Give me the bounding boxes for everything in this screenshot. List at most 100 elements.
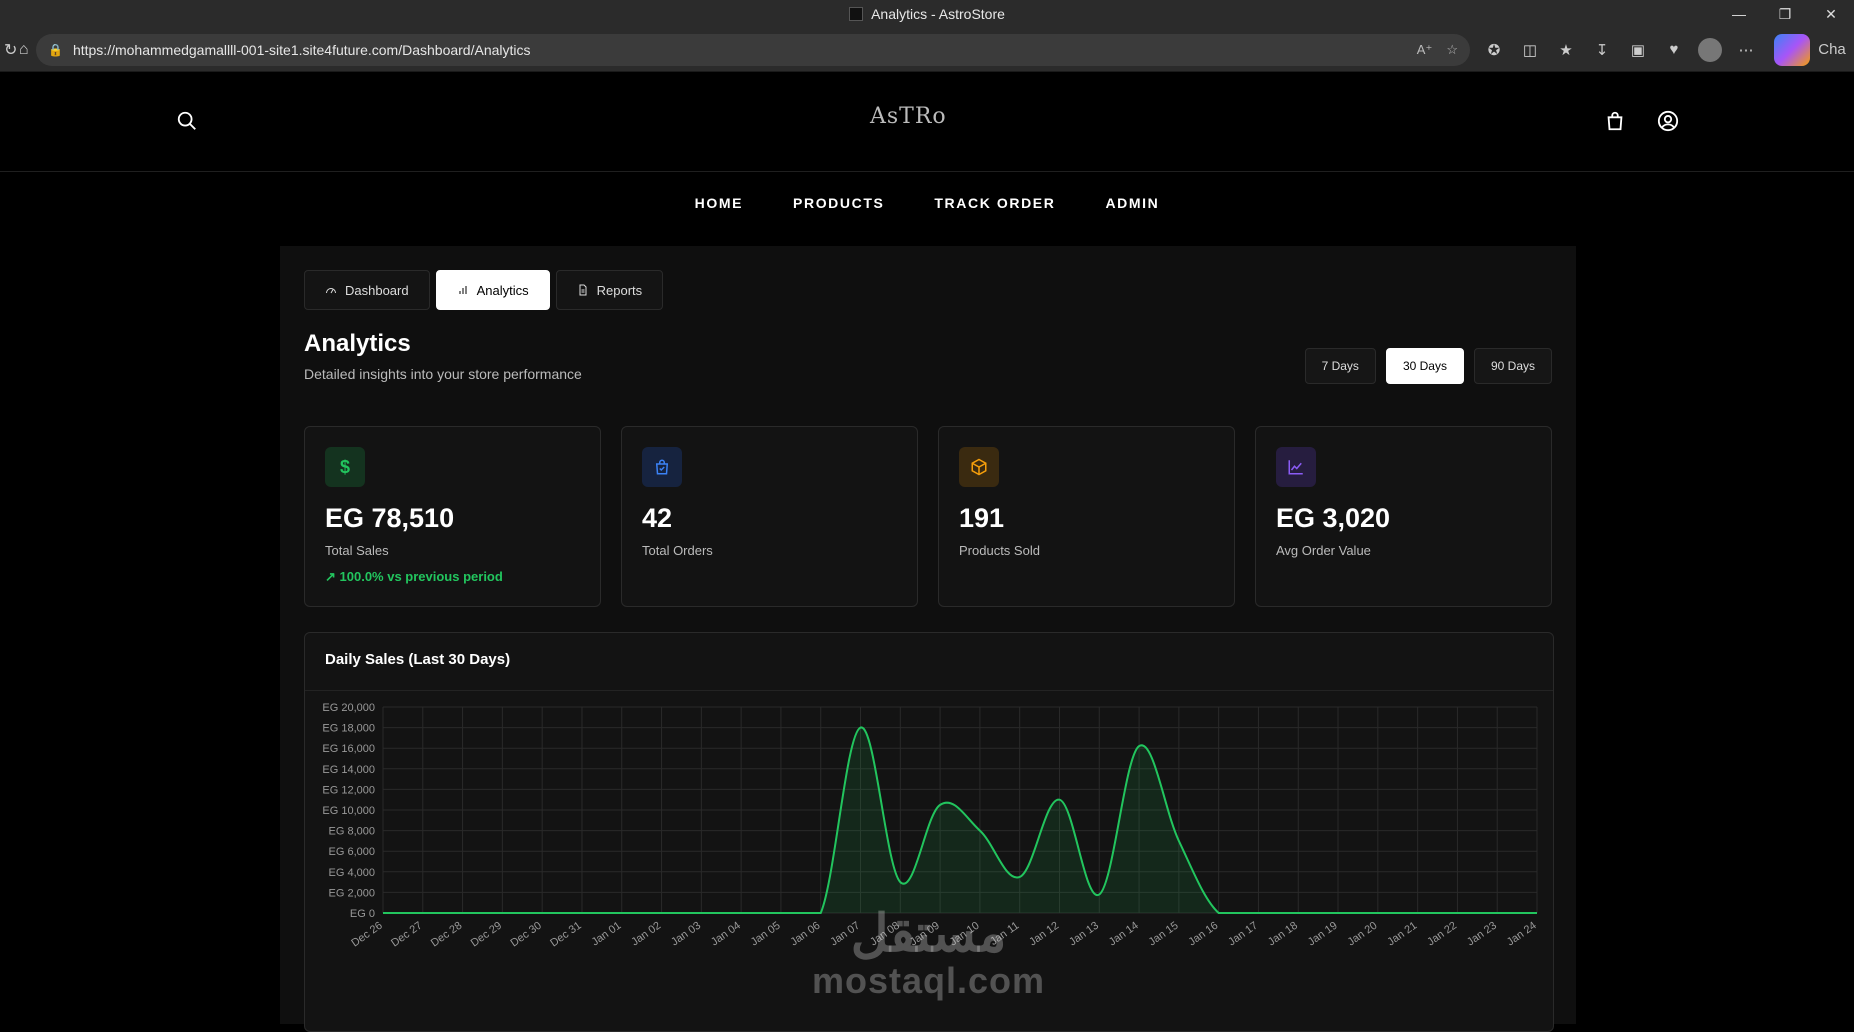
x-tick-label: Jan 03 <box>669 920 703 949</box>
favorites-icon[interactable]: ★ <box>1548 34 1584 66</box>
window-controls: — ❐ ✕ <box>1716 0 1854 28</box>
date-range-selector: 7 Days 30 Days 90 Days <box>1304 348 1552 384</box>
shopping-bag-icon[interactable] <box>1604 110 1626 132</box>
x-tick-label: Jan 24 <box>1505 920 1539 949</box>
browser-toolbar: ↻ ⌂ 🔒 https://mohammedgamallll-001-site1… <box>0 28 1854 72</box>
stat-trend-text: 100.0% vs previous period <box>339 569 503 584</box>
close-icon[interactable]: ✕ <box>1808 0 1854 28</box>
x-tick-label: Jan 15 <box>1147 920 1181 949</box>
stat-label: Total Orders <box>642 543 713 558</box>
minimize-icon[interactable]: — <box>1716 0 1762 28</box>
downloads-icon[interactable]: ↧ <box>1584 34 1620 66</box>
stat-label: Total Sales <box>325 543 389 558</box>
range-90-days-button[interactable]: 90 Days <box>1473 348 1552 384</box>
stat-trend: ↗ 100.0% vs previous period <box>325 569 503 585</box>
package-icon <box>959 447 999 487</box>
chart-title: Daily Sales (Last 30 Days) <box>305 633 1553 691</box>
dollar-icon: $ <box>325 447 365 487</box>
range-30-days-button[interactable]: 30 Days <box>1385 348 1464 384</box>
url-text: https://mohammedgamallll-001-site1.site4… <box>72 41 531 58</box>
site-logo[interactable]: AsTRo <box>870 104 947 129</box>
x-tick-label: Jan 04 <box>709 920 743 949</box>
y-tick-label: EG 6,000 <box>329 846 375 858</box>
y-tick-label: EG 0 <box>350 908 375 920</box>
range-7-days-button[interactable]: 7 Days <box>1304 348 1376 384</box>
tab-analytics[interactable]: Analytics <box>435 270 550 310</box>
extensions-icon[interactable]: ✪ <box>1476 34 1512 66</box>
address-bar[interactable]: 🔒 https://mohammedgamallll-001-site1.sit… <box>36 33 1470 66</box>
x-tick-label: Dec 29 <box>469 920 504 950</box>
home-icon[interactable]: ⌂ <box>17 32 30 68</box>
screenshot-icon[interactable]: ▣ <box>1620 34 1656 66</box>
shopping-bag-icon <box>642 447 682 487</box>
favorite-star-icon[interactable]: ☆ <box>1446 42 1458 58</box>
watermark-latin: mostaql.com <box>812 960 1046 1001</box>
tab-reports[interactable]: Reports <box>555 270 664 310</box>
trend-up-icon: ↗ <box>325 569 340 584</box>
user-account-icon[interactable] <box>1657 110 1679 132</box>
browser-title-bar: Analytics - AstroStore — ❐ ✕ <box>0 0 1854 28</box>
browser-tool-icons: ✪ ◫ ★ ↧ ▣ ♥ ⋯ Cha <box>1476 33 1850 66</box>
x-tick-label: Jan 19 <box>1306 920 1340 949</box>
x-tick-label: Dec 30 <box>508 920 543 950</box>
profile-avatar-icon[interactable] <box>1698 37 1722 62</box>
browser-essentials-icon[interactable]: ♥ <box>1656 34 1692 66</box>
stat-card-avg-order-value: EG 3,020 Avg Order Value <box>1255 426 1552 607</box>
stat-label: Products Sold <box>959 543 1040 558</box>
search-icon[interactable] <box>176 110 198 132</box>
browser-tab-title: Analytics - AstroStore <box>871 6 1005 22</box>
y-tick-label: EG 4,000 <box>329 867 375 879</box>
stat-cards: $ EG 78,510 Total Sales ↗ 100.0% vs prev… <box>304 426 1552 607</box>
y-tick-label: EG 20,000 <box>322 702 375 714</box>
more-menu-icon[interactable]: ⋯ <box>1728 34 1764 66</box>
nav-admin[interactable]: ADMIN <box>1105 195 1159 211</box>
x-tick-label: Jan 05 <box>749 920 783 949</box>
nav-track-order[interactable]: TRACK ORDER <box>934 195 1055 211</box>
x-tick-label: Jan 21 <box>1385 920 1419 949</box>
nav-home[interactable]: HOME <box>695 195 743 211</box>
x-tick-label: Dec 27 <box>389 920 424 950</box>
stat-card-total-orders: 42 Total Orders <box>621 426 918 607</box>
stat-value: 191 <box>959 503 1005 533</box>
read-aloud-icon[interactable]: A⁺ <box>1417 42 1433 58</box>
x-tick-label: Jan 13 <box>1067 920 1101 949</box>
y-tick-label: EG 8,000 <box>329 826 375 838</box>
copilot-label: Cha <box>1818 41 1846 58</box>
x-tick-label: Jan 18 <box>1266 920 1300 949</box>
y-tick-label: EG 18,000 <box>322 723 375 735</box>
tab-label: Reports <box>596 282 643 298</box>
stat-card-total-sales: $ EG 78,510 Total Sales ↗ 100.0% vs prev… <box>304 426 601 607</box>
x-tick-label: Jan 23 <box>1465 920 1499 949</box>
y-tick-label: EG 2,000 <box>329 887 375 899</box>
tab-label: Analytics <box>476 282 529 298</box>
x-tick-label: Jan 17 <box>1226 920 1260 949</box>
page-subtitle: Detailed insights into your store perfor… <box>304 366 582 382</box>
main-navigation: HOME PRODUCTS TRACK ORDER ADMIN <box>0 172 1854 234</box>
stat-value: 42 <box>642 503 673 533</box>
copilot-icon[interactable] <box>1774 33 1810 66</box>
x-tick-label: Dec 28 <box>429 920 464 950</box>
x-tick-label: Dec 26 <box>349 920 384 950</box>
x-tick-label: Jan 01 <box>590 920 624 949</box>
y-tick-label: EG 16,000 <box>322 743 375 755</box>
dashboard-tabs: Dashboard Analytics Reports <box>304 270 664 310</box>
tab-dashboard[interactable]: Dashboard <box>304 270 430 310</box>
stat-value: EG 78,510 <box>325 503 455 533</box>
watermark-arabic: مستقل <box>850 905 1007 963</box>
stat-card-products-sold: 191 Products Sold <box>938 426 1235 607</box>
x-tick-label: Dec 31 <box>548 920 583 950</box>
x-tick-label: Jan 02 <box>629 920 663 949</box>
lock-icon: 🔒 <box>48 42 63 57</box>
split-screen-icon[interactable]: ◫ <box>1512 34 1548 66</box>
x-tick-label: Jan 20 <box>1346 920 1380 949</box>
tab-label: Dashboard <box>345 282 409 298</box>
y-tick-label: EG 12,000 <box>322 784 375 796</box>
x-tick-label: Jan 14 <box>1107 920 1141 949</box>
y-tick-label: EG 10,000 <box>322 805 375 817</box>
watermark: مستقل mostaql.com <box>812 908 1045 1002</box>
sales-area-fill <box>383 727 1537 913</box>
restore-icon[interactable]: ❐ <box>1762 0 1808 28</box>
stat-value: EG 3,020 <box>1276 503 1391 533</box>
reload-icon[interactable]: ↻ <box>4 32 17 68</box>
nav-products[interactable]: PRODUCTS <box>793 195 884 211</box>
